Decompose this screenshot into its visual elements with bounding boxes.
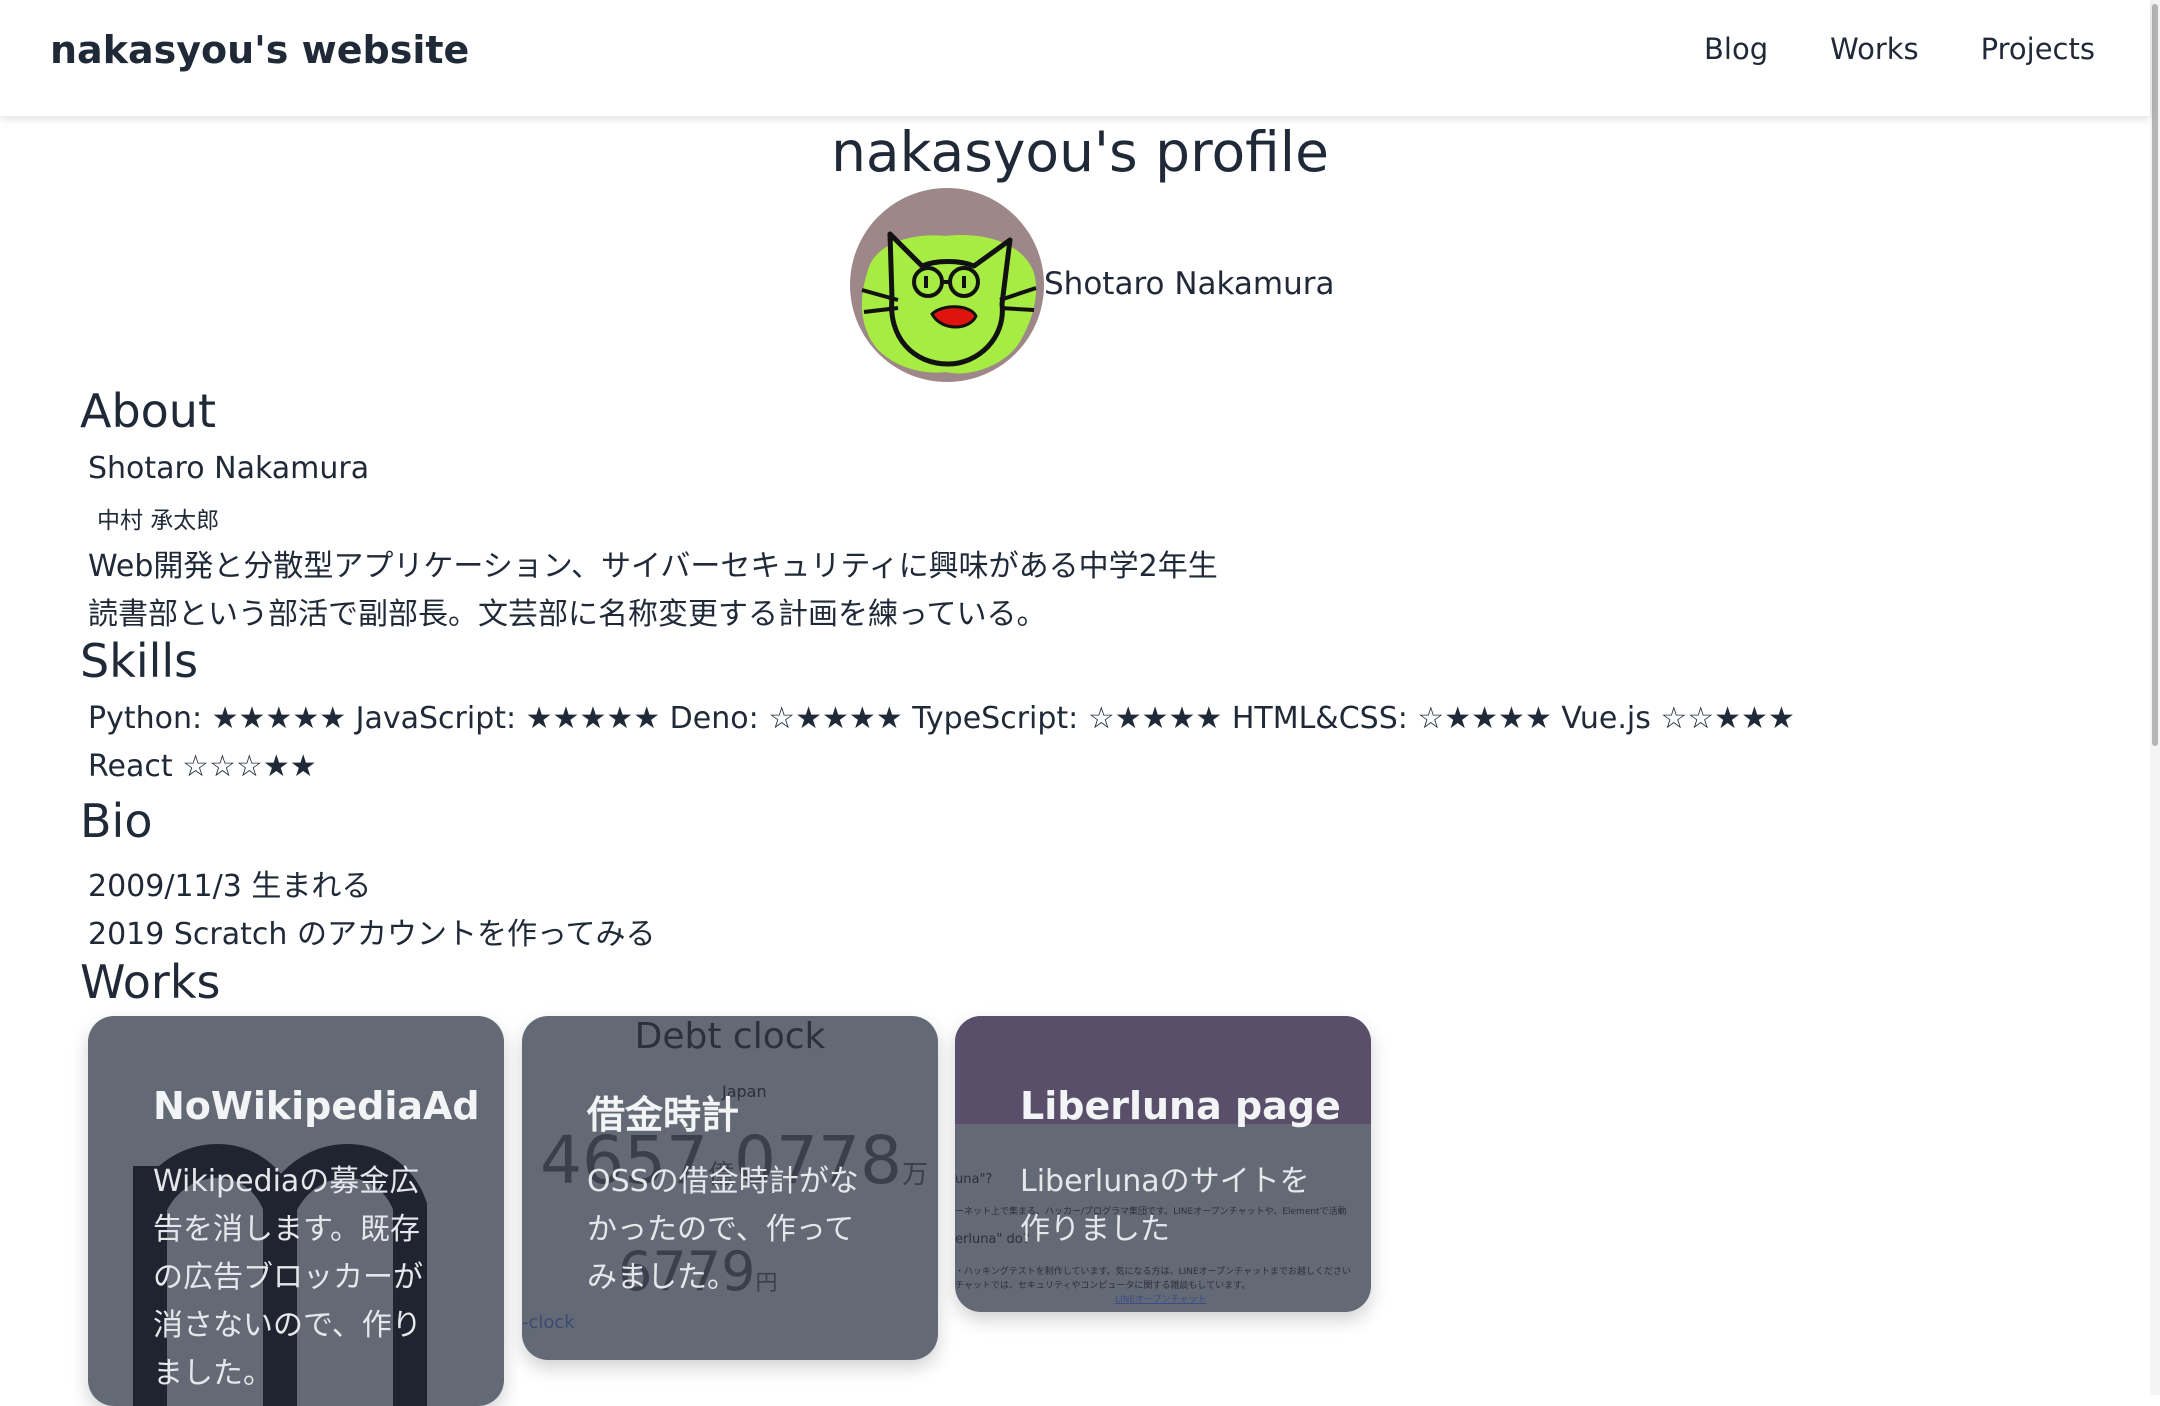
bg-paragraph: チャットでは、セキュリティやコンピュータに関する雑談もしています。 bbox=[955, 1281, 1251, 1291]
bg-link: LINEオープンチャット bbox=[1115, 1295, 1207, 1305]
bg-debt-unit: 万 bbox=[901, 1160, 928, 1190]
card-title: 借金時計 bbox=[587, 1093, 740, 1137]
nav-link-works[interactable]: Works bbox=[1830, 32, 1919, 66]
work-card-liberluna[interactable]: una"? ーネット上で集まる、ハッカー/プログラマ集団です。LINEオープンチ… bbox=[955, 1016, 1371, 1312]
navbar: nakasyou's website Blog Works Projects bbox=[0, 0, 2150, 116]
works-heading: Works bbox=[80, 955, 221, 1009]
bio-heading: Bio bbox=[80, 794, 153, 848]
about-name-ja: 中村 承太郎 bbox=[97, 508, 220, 534]
card-description: OSSの借金時計がなかったので、作ってみました。 bbox=[587, 1164, 859, 1295]
page-scrollbar[interactable] bbox=[2150, 0, 2160, 1395]
about-interests: Web開発と分散型アプリケーション、サイバーセキュリティに興味がある中学2年生 bbox=[88, 549, 1218, 584]
skills-line-2: React ☆☆☆★★ bbox=[88, 749, 317, 784]
card-title: Liberluna page bbox=[1020, 1084, 1341, 1128]
skills-line-1: Python: ★★★★★ JavaScript: ★★★★★ Deno: ☆★… bbox=[88, 701, 1795, 736]
card-description: Liberlunaのサイトを作りました bbox=[1020, 1164, 1310, 1247]
bg-link: -clock bbox=[522, 1312, 575, 1333]
profile-title: nakasyou's profile bbox=[831, 120, 1329, 184]
card-description: Wikipediaの募金広告を消します。既存の広告ブロッカーが消さないので、作り… bbox=[153, 1164, 423, 1391]
bio-item: 2019 Scratch のアカウントを作ってみる bbox=[88, 917, 656, 952]
bg-debt-clock-title: Debt clock bbox=[634, 1016, 826, 1057]
cat-avatar-icon bbox=[861, 231, 1037, 374]
card-title: NoWikipediaAd bbox=[153, 1084, 480, 1128]
bg-heading: erluna" do? bbox=[955, 1232, 1030, 1247]
work-card-debt-clock[interactable]: Debt clock Japan 4657億0778万 6779円 -clock… bbox=[522, 1016, 938, 1360]
about-heading: About bbox=[80, 384, 217, 438]
nav-link-projects[interactable]: Projects bbox=[1981, 32, 2095, 66]
bg-paragraph: ・ハッキングテストを制作しています。気になる方は、LINEオープンチャットまでお… bbox=[955, 1267, 1352, 1277]
about-name-en: Shotaro Nakamura bbox=[88, 451, 370, 486]
work-card-nowikipediaad[interactable]: NoWikipediaAd Wikipediaの募金広告を消します。既存の広告ブ… bbox=[88, 1016, 504, 1406]
bio-item: 2009/11/3 生まれる bbox=[88, 869, 372, 904]
about-club: 読書部という部活で副部長。文芸部に名称変更する計画を練っている。 bbox=[88, 597, 1047, 632]
skills-heading: Skills bbox=[80, 634, 199, 688]
site-brand[interactable]: nakasyou's website bbox=[50, 28, 469, 72]
nav-link-blog[interactable]: Blog bbox=[1704, 32, 1768, 66]
scrollbar-thumb[interactable] bbox=[2152, 4, 2158, 746]
profile-name: Shotaro Nakamura bbox=[1044, 266, 1335, 302]
nav-links: Blog Works Projects bbox=[1704, 32, 2095, 66]
avatar bbox=[850, 188, 1044, 382]
bg-heading: una"? bbox=[955, 1172, 993, 1187]
